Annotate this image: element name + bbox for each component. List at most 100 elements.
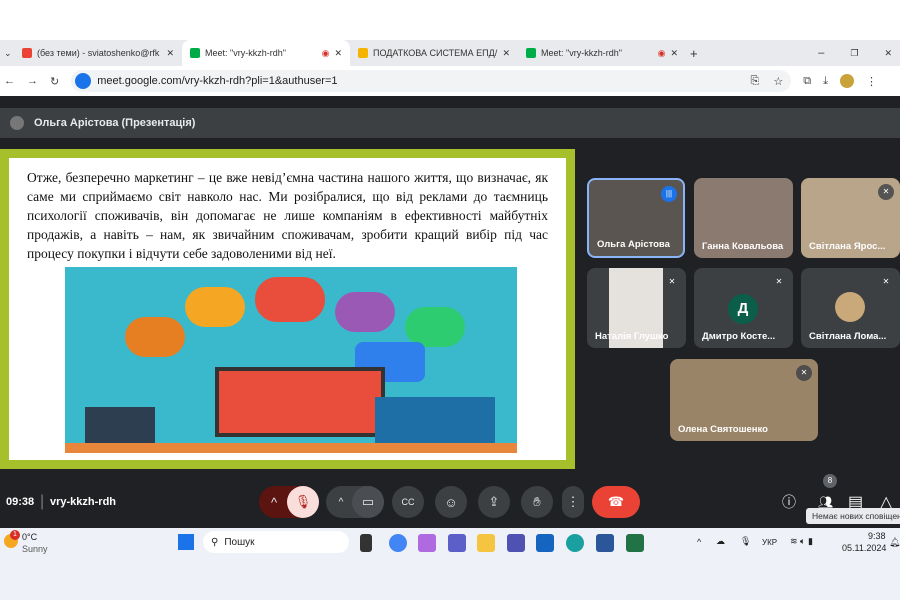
mic-off-icon: ✕	[796, 365, 812, 381]
reload-icon[interactable]: ↻	[50, 75, 59, 88]
participant-tile[interactable]: ✕ Світлана Ярос...	[801, 178, 900, 258]
weather-condition[interactable]: Sunny	[22, 544, 48, 554]
notifications-tooltip: Немає нових сповіщень	[806, 508, 900, 524]
info-icon[interactable]: ⓘ	[782, 492, 796, 512]
mic-off-icon: 🎙︎	[294, 494, 312, 509]
camera-toggle-button[interactable]: ▭	[352, 486, 384, 518]
tab-bar: ⌄ (без теми) - sviatoshenko@rfk ✕ Meet: "…	[0, 40, 900, 66]
clock-time[interactable]: 9:38	[868, 531, 886, 541]
tab-slides[interactable]: ПОДАТКОВА СИСТЕМА ЕПД/ ✕	[350, 40, 518, 66]
marketing-infographic	[65, 267, 517, 453]
copilot-icon[interactable]	[418, 534, 436, 552]
participant-name: Ганна Ковальова	[702, 241, 784, 252]
participant-name: Олена Святошенко	[678, 424, 768, 435]
tab-meet[interactable]: Meet: "vry-kkzh-rdh" ◉ ✕	[518, 40, 686, 66]
captions-button[interactable]: CC	[392, 486, 424, 518]
download-icon[interactable]: ⤓	[823, 75, 828, 88]
participant-tile[interactable]: Д ✕ Дмитро Косте...	[694, 268, 793, 348]
app-icon[interactable]	[507, 534, 525, 552]
presentation-slide: Отже, безперечно маркетинг – це вже неві…	[0, 149, 575, 469]
present-button[interactable]: ⇪	[478, 486, 510, 518]
window-close-button[interactable]: ✕	[884, 48, 892, 59]
tab-gmail[interactable]: (без теми) - sviatoshenko@rfk ✕	[14, 40, 182, 66]
taskbar-search[interactable]: ⚲ Пошук	[203, 531, 349, 553]
teams-icon[interactable]	[448, 534, 466, 552]
tab-label: ПОДАТКОВА СИСТЕМА ЕПД/	[373, 48, 498, 58]
profile-avatar[interactable]	[839, 74, 854, 88]
tray-chevron-icon[interactable]: ^	[697, 537, 701, 547]
close-icon[interactable]: ✕	[334, 48, 342, 59]
chevron-up-icon: ^	[270, 494, 278, 510]
close-icon[interactable]: ✕	[166, 48, 174, 59]
new-tab-button[interactable]: +	[690, 46, 698, 61]
word-icon[interactable]	[596, 534, 614, 552]
tab-list-chevron-icon[interactable]: ⌄	[0, 48, 14, 59]
windows-taskbar: 1 0°C Sunny ⚲ Пошук ^ ☁ 🎙︎ УКР ≋ 🔈︎ ▮ 9:3…	[0, 528, 900, 600]
gmail-icon	[22, 48, 32, 58]
participant-tile[interactable]: ✕ Світлана Лома...	[801, 268, 900, 348]
url-text: meet.google.com/vry-kkzh-rdh?pli=1&authu…	[97, 75, 338, 87]
onedrive-icon[interactable]: ☁	[716, 536, 725, 547]
participant-name: Світлана Лома...	[809, 331, 887, 342]
clock-date[interactable]: 05.11.2024	[842, 543, 886, 553]
presenter-avatar	[10, 116, 24, 130]
maximize-button[interactable]: ❐	[850, 48, 858, 59]
captions-icon: CC	[401, 497, 415, 507]
leave-call-button[interactable]: ☎︎	[592, 486, 640, 518]
participant-tile[interactable]: ||| Ольга Арістова	[587, 178, 685, 258]
chevron-up-icon: ^	[338, 496, 344, 508]
meeting-code: vry-kkzh-rdh	[50, 496, 117, 508]
emoji-icon: ☺	[444, 494, 458, 510]
more-icon: ⋮	[566, 494, 580, 509]
meet-area: Ольга Арістова (Презентація) Отже, безпе…	[0, 96, 900, 528]
url-field[interactable]: meet.google.com/vry-kkzh-rdh?pli=1&authu…	[71, 70, 792, 92]
excel-icon[interactable]	[626, 534, 644, 552]
menu-icon[interactable]: ⋮	[866, 75, 877, 88]
tab-label: (без теми) - sviatoshenko@rfk	[37, 48, 160, 58]
wifi-volume-battery-icons[interactable]: ≋ 🔈︎ ▮	[790, 536, 813, 547]
extensions-icon[interactable]: ⧉	[803, 75, 811, 88]
temperature[interactable]: 0°C	[22, 532, 37, 542]
participant-name: Ольга Арістова	[597, 239, 670, 250]
site-info-icon[interactable]	[75, 73, 92, 89]
microphone-icon[interactable]: 🎙︎	[740, 536, 751, 547]
close-icon[interactable]: ✕	[502, 48, 510, 59]
more-options-button[interactable]: ⋮	[562, 486, 584, 518]
task-view-icon[interactable]	[360, 534, 372, 552]
meet-icon	[190, 48, 200, 58]
participant-name: Наталія Глушко	[595, 331, 669, 342]
participant-name: Світлана Ярос...	[809, 241, 886, 252]
participant-tile[interactable]: Ганна Ковальова	[694, 178, 793, 258]
participant-tile[interactable]: ✕ Олена Святошенко	[670, 359, 818, 441]
raise-hand-button[interactable]: ✋︎	[521, 486, 553, 518]
close-icon[interactable]: ✕	[670, 48, 678, 59]
store-icon[interactable]	[536, 534, 554, 552]
address-bar-row: ← → ↻ meet.google.com/vry-kkzh-rdh?pli=1…	[0, 66, 900, 96]
file-explorer-icon[interactable]	[477, 534, 495, 552]
search-icon: ⚲	[211, 536, 219, 548]
people-count-badge: 8	[823, 474, 837, 488]
presenter-name: Ольга Арістова (Презентація)	[34, 117, 196, 129]
participant-tile[interactable]: ✕ Наталія Глушко	[587, 268, 686, 348]
bookmark-star-icon[interactable]: ☆	[773, 75, 783, 88]
presenter-bar: Ольга Арістова (Презентація)	[0, 108, 900, 138]
reactions-button[interactable]: ☺	[435, 486, 467, 518]
tab-meet-active[interactable]: Meet: "vry-kkzh-rdh" ◉ ✕	[182, 40, 350, 66]
edge-icon[interactable]	[566, 534, 584, 552]
mic-toggle-button[interactable]: 🎙︎	[287, 486, 319, 518]
meet-icon	[526, 48, 536, 58]
chrome-icon[interactable]	[389, 534, 407, 552]
start-windows-icon[interactable]	[178, 534, 194, 550]
hand-icon: ✋︎	[533, 494, 541, 509]
language-indicator[interactable]: УКР	[762, 538, 777, 547]
speaking-indicator-icon: |||	[661, 186, 677, 202]
people-icon[interactable]: 👥︎	[818, 495, 833, 509]
recording-icon: ◉	[657, 47, 666, 58]
back-icon[interactable]: ←	[4, 75, 15, 87]
forward-icon[interactable]: →	[27, 75, 38, 87]
minimize-button[interactable]: –	[818, 47, 824, 59]
mic-off-icon: ✕	[771, 274, 787, 290]
translate-icon[interactable]: ⎘	[751, 75, 760, 88]
present-icon: ⇪	[488, 494, 500, 509]
notification-bell-icon[interactable]: 🔔︎	[889, 537, 900, 548]
